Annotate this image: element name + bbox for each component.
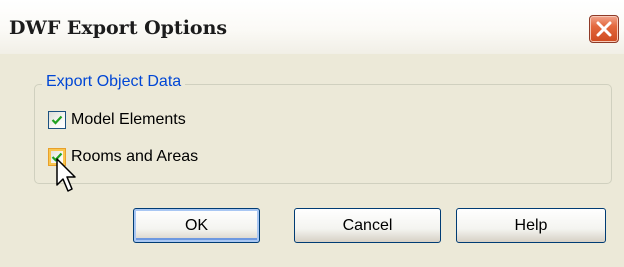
close-button[interactable] [589,15,619,43]
model-elements-label[interactable]: Model Elements [71,110,186,130]
dwf-export-options-dialog: DWF Export Options Export Object Data Mo… [0,0,624,267]
export-object-data-group [34,84,612,184]
group-legend: Export Object Data [42,73,186,91]
model-elements-checkbox[interactable] [48,111,66,129]
cancel-button[interactable]: Cancel [294,208,441,243]
help-button[interactable]: Help [456,208,606,243]
checkmark-icon [51,115,63,125]
dialog-title: DWF Export Options [9,17,228,39]
close-x-icon [596,21,612,37]
rooms-and-areas-label[interactable]: Rooms and Areas [71,147,198,167]
ok-button[interactable]: OK [133,208,260,243]
mouse-pointer-icon [56,158,76,192]
title-bar[interactable]: DWF Export Options [0,0,624,54]
